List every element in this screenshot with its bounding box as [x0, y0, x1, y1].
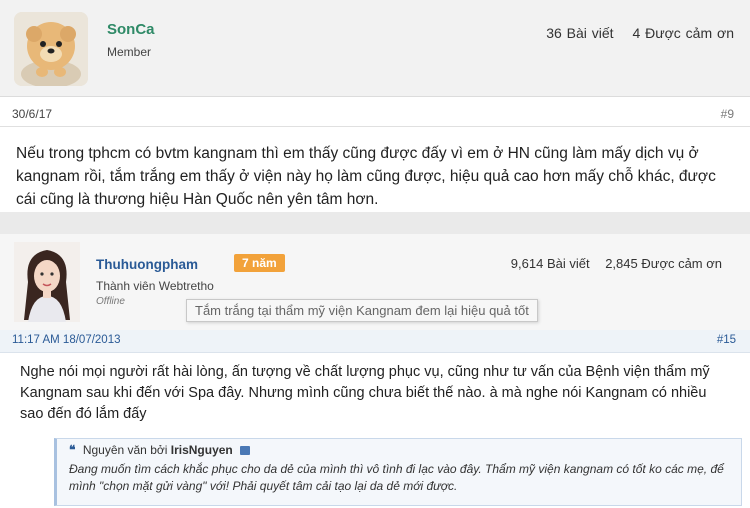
tooltip: Tắm trắng tại thẩm mỹ viện Kangnam đem l… [186, 299, 538, 322]
post-number-link[interactable]: #15 [717, 334, 736, 346]
user-stats: 9,614 Bài viết 2,845 Được cảm ơn [499, 256, 722, 271]
post-header: SonCa Member 36 Bài viết 4 Được cảm ơn [0, 0, 750, 97]
post-count: 9,614 Bài viết [510, 256, 590, 271]
thanks-count: 2,845 Được cảm ơn [605, 256, 722, 271]
post-9: SonCa Member 36 Bài viết 4 Được cảm ơn 3… [0, 0, 750, 212]
username[interactable]: Thuhuongpham [96, 257, 198, 272]
quote-author[interactable]: IrisNguyen [171, 443, 233, 457]
quote-prefix: Nguyên văn bởi [82, 443, 168, 457]
post-content: Nếu trong tphcm có bvtm kangnam thì em t… [16, 145, 716, 208]
thanks-count: 4 Được cảm ơn [632, 25, 734, 41]
avatar[interactable] [14, 242, 80, 322]
post-count: 36 Bài viết [546, 25, 614, 41]
membership-badge: 7 năm [234, 254, 285, 272]
post-date: 11:17 AM 18/07/2013 [12, 334, 121, 346]
post-header: Thuhuongpham 7 năm Thành viên Webtretho … [0, 234, 750, 331]
post-date: 30/6/17 [12, 107, 53, 121]
view-post-icon[interactable] [240, 446, 251, 455]
post-number-link[interactable]: #9 [721, 107, 734, 121]
post-meta: 11:17 AM 18/07/2013 #15 [0, 330, 750, 353]
username[interactable]: SonCa [107, 21, 155, 38]
quote-block: ❝ Nguyên văn bởi IrisNguyen Đang muốn tì… [54, 438, 742, 506]
avatar[interactable] [14, 12, 88, 86]
quote-icon: ❝ [69, 443, 76, 457]
user-stats: 36 Bài viết 4 Được cảm ơn [532, 25, 734, 41]
post-15: Thuhuongpham 7 năm Thành viên Webtretho … [0, 234, 750, 508]
quote-header: ❝ Nguyên văn bởi IrisNguyen [69, 443, 251, 457]
quote-text: Đang muốn tìm cách khắc phục cho da dẻ c… [69, 462, 724, 493]
post-separator [0, 212, 750, 234]
user-role: Member [107, 45, 152, 59]
post-content: Nghe nói mọi người rất hài lòng, ấn tượn… [20, 364, 710, 422]
user-role: Thành viên Webtretho [96, 279, 214, 293]
post-meta: 30/6/17 #9 [0, 100, 750, 127]
online-status: Offline [96, 296, 125, 307]
